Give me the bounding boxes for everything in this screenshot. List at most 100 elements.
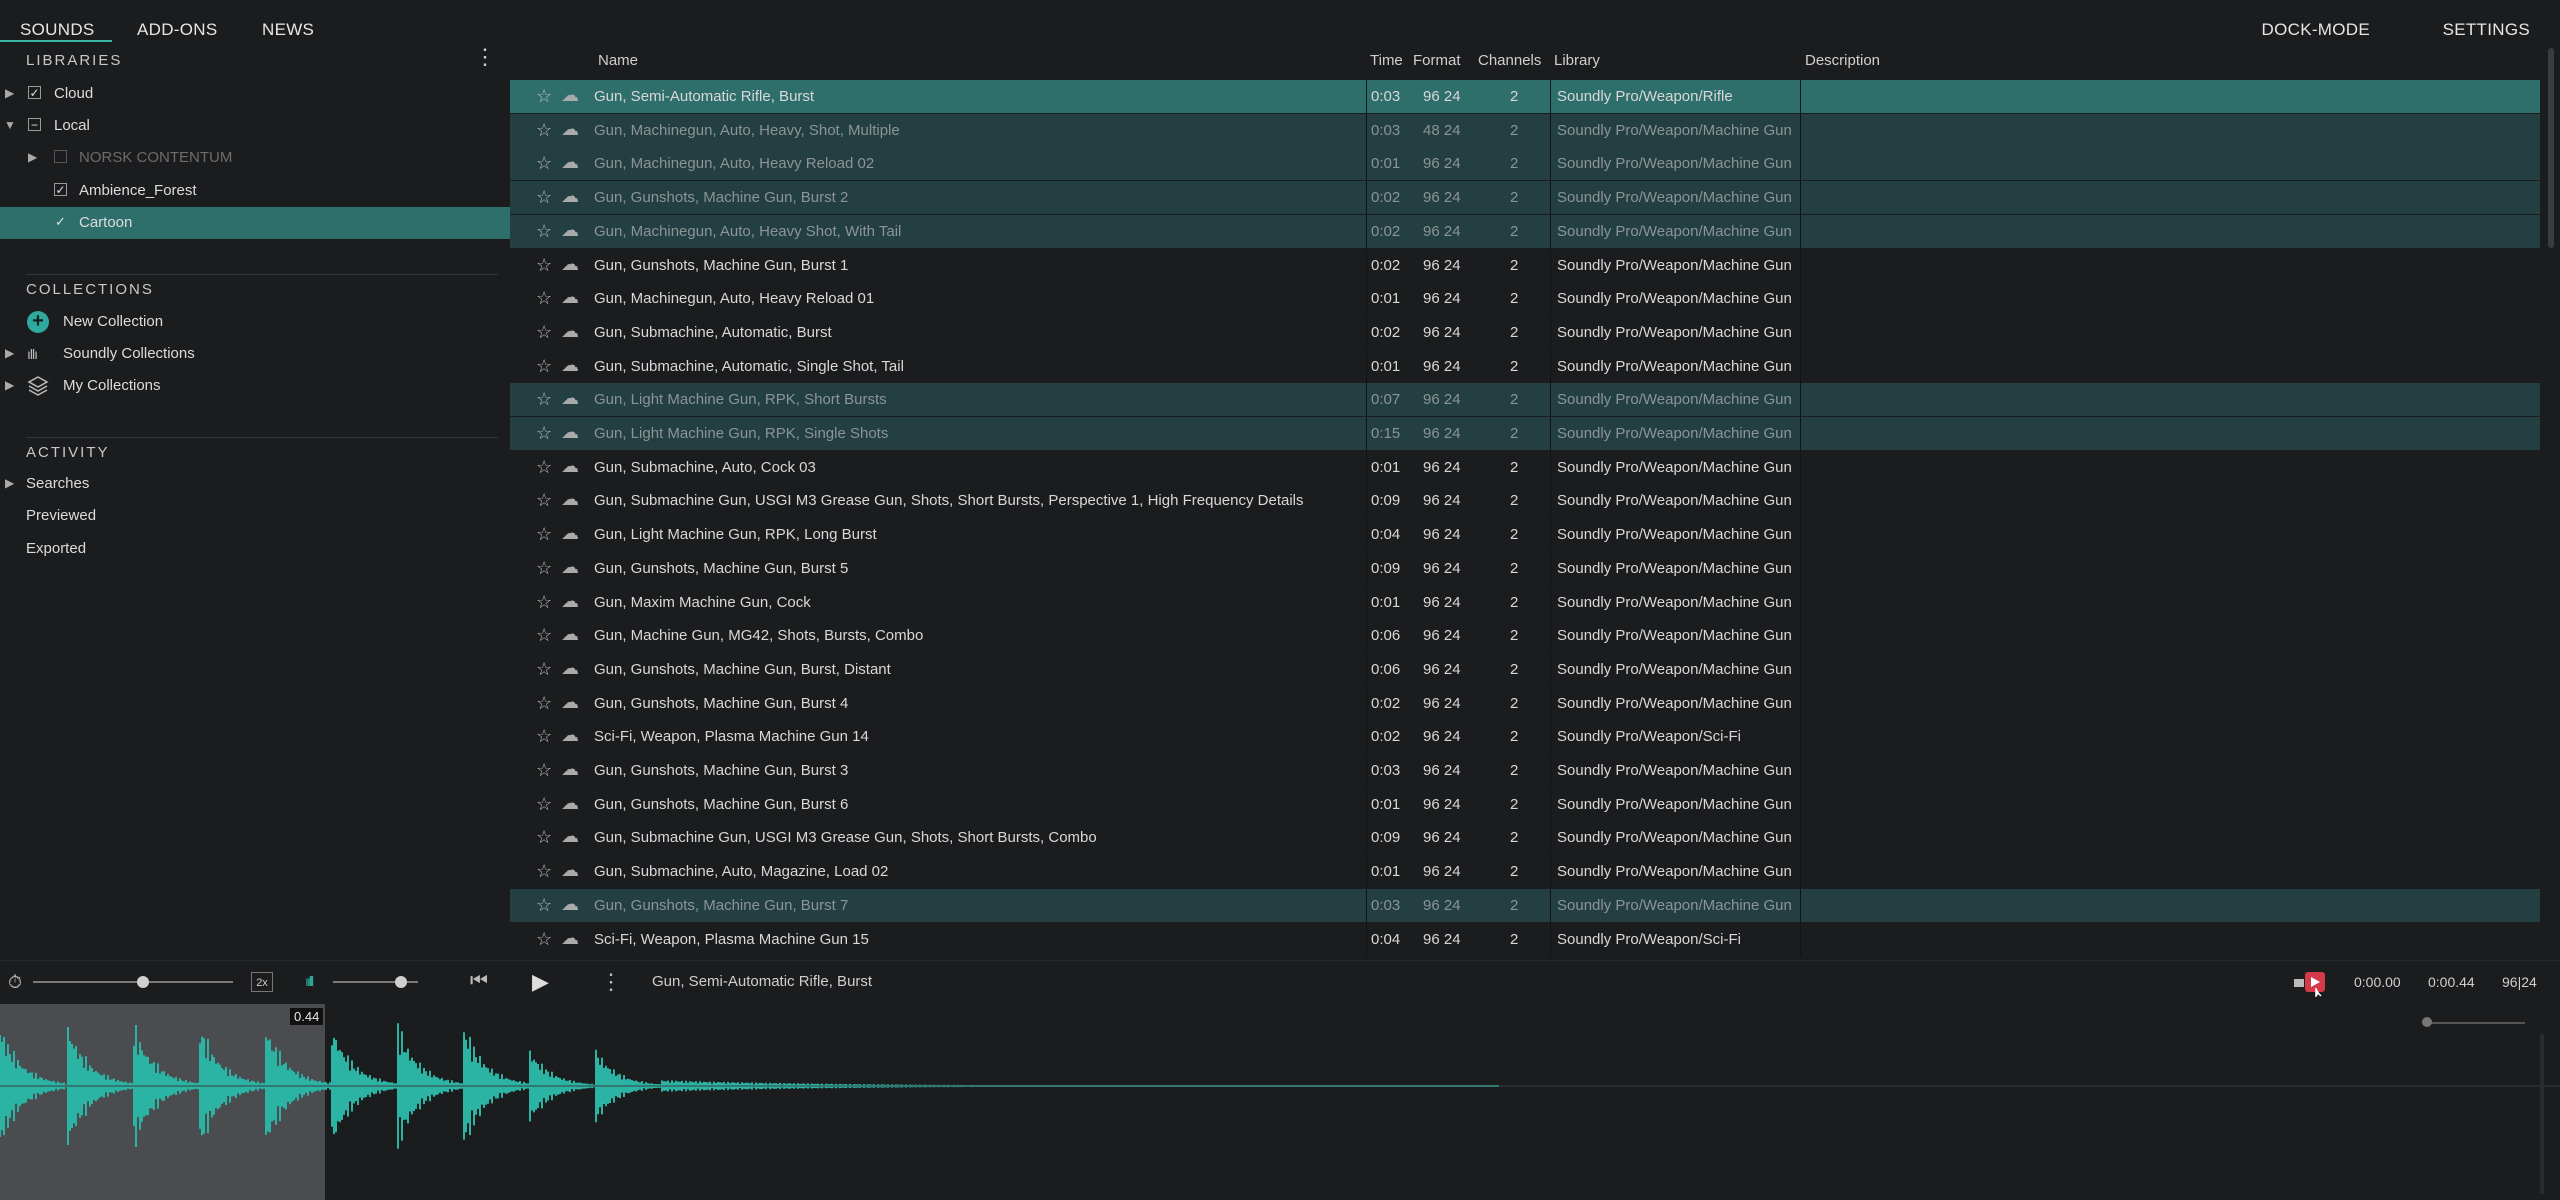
collapse-arrow-icon[interactable]: ▼ [4, 118, 16, 132]
column-header-description[interactable]: Description [1805, 52, 1880, 69]
star-icon[interactable]: ☆ [536, 794, 552, 815]
column-header-channels[interactable]: Channels [1478, 52, 1541, 69]
star-icon[interactable]: ☆ [536, 288, 552, 309]
star-icon[interactable]: ☆ [536, 760, 552, 781]
expand-arrow-icon[interactable]: ▶ [5, 378, 14, 392]
table-row[interactable]: ☆ ☁ Gun, Gunshots, Machine Gun, Burst 3 0:0… [510, 754, 2540, 787]
star-icon[interactable]: ☆ [536, 490, 552, 511]
table-row[interactable]: ☆ ☁ Gun, Gunshots, Machine Gun, Burst 1 0:0… [510, 248, 2540, 282]
star-icon[interactable]: ☆ [536, 457, 552, 478]
table-row[interactable]: ☆ ☁ Gun, Machinegun, Auto, Heavy Reload 02… [510, 147, 2540, 181]
star-icon[interactable]: ☆ [536, 187, 552, 208]
table-row[interactable]: ☆ ☁ Gun, Machinegun, Auto, Heavy Reload 01… [510, 282, 2540, 316]
table-row[interactable]: ☆ ☁ Gun, Light Machine Gun, RPK, Long Burs… [510, 518, 2540, 552]
table-row[interactable]: ☆ ☁ Gun, Gunshots, Machine Gun, Burst, Dis… [510, 652, 2540, 686]
speed-2x-button[interactable]: 2x [251, 972, 273, 992]
play-icon[interactable]: ▶ [532, 969, 549, 995]
volume-slider-knob[interactable] [395, 976, 407, 988]
pitch-slider-knob[interactable] [137, 976, 149, 988]
table-row[interactable]: ☆ ☁ Gun, Submachine, Automatic, Single Sho… [510, 349, 2540, 383]
zoom-slider-track[interactable] [2425, 1022, 2525, 1024]
star-icon[interactable]: ☆ [536, 356, 552, 377]
table-row[interactable]: ☆ ☁ Gun, Submachine Gun, USGI M3 Grease Gu… [510, 821, 2540, 855]
pitch-icon[interactable]: ⏱ [8, 972, 22, 993]
checkbox[interactable]: − [28, 118, 41, 132]
activity-item-previewed[interactable]: Previewed [0, 500, 510, 532]
table-row[interactable]: ☆ ☁ Gun, Machinegun, Auto, Heavy Shot, Wit… [510, 214, 2540, 248]
more-options-icon[interactable]: ⋮ [474, 46, 496, 68]
library-item-norsk-contentum[interactable]: ▶ NORSK CONTENTUM [0, 142, 510, 174]
expand-arrow-icon[interactable]: ▶ [5, 346, 14, 360]
table-row[interactable]: ☆ ☁ Gun, Gunshots, Machine Gun, Burst 2 0:0… [510, 181, 2540, 215]
checkbox[interactable]: ✓ [54, 183, 67, 197]
more-options-icon[interactable]: ⋮ [600, 969, 622, 995]
library-item-local[interactable]: ▼ − Local [0, 110, 510, 142]
star-icon[interactable]: ☆ [536, 861, 552, 882]
checkbox[interactable] [54, 150, 67, 163]
table-row[interactable]: ☆ ☁ Gun, Submachine Gun, USGI M3 Grease Gu… [510, 484, 2540, 518]
column-header-library[interactable]: Library [1554, 52, 1600, 69]
settings-button[interactable]: SETTINGS [2443, 20, 2530, 40]
star-icon[interactable]: ☆ [536, 221, 552, 242]
star-icon[interactable]: ☆ [536, 895, 552, 916]
star-icon[interactable]: ☆ [536, 592, 552, 613]
table-row[interactable]: ☆ ☁ Gun, Gunshots, Machine Gun, Burst 6 0:0… [510, 787, 2540, 821]
checkbox[interactable]: ✓ [28, 86, 41, 100]
table-row[interactable]: ☆ ☁ Gun, Machine Gun, MG42, Shots, Bursts,… [510, 619, 2540, 653]
waveform[interactable] [0, 1004, 2560, 1200]
star-icon[interactable]: ☆ [536, 153, 552, 174]
star-icon[interactable]: ☆ [536, 322, 552, 343]
expand-arrow-icon[interactable]: ▶ [28, 150, 37, 164]
table-row[interactable]: ☆ ☁ Sci-Fi, Weapon, Plasma Machine Gun 15 0… [510, 922, 2540, 956]
table-row[interactable]: ☆ ☁ Gun, Light Machine Gun, RPK, Single Sh… [510, 417, 2540, 450]
star-icon[interactable]: ☆ [536, 827, 552, 848]
star-icon[interactable]: ☆ [536, 255, 552, 276]
star-icon[interactable]: ☆ [536, 389, 552, 410]
expand-arrow-icon[interactable]: ▶ [5, 476, 14, 490]
library-item-ambience-forest[interactable]: ✓ Ambience_Forest [0, 175, 510, 207]
activity-item-searches[interactable]: ▶ Searches [0, 468, 510, 500]
table-scrollbar[interactable] [2548, 48, 2554, 248]
table-row[interactable]: ☆ ☁ Gun, Submachine, Auto, Magazine, Load … [510, 855, 2540, 889]
star-icon[interactable]: ☆ [536, 120, 552, 141]
skip-back-icon[interactable]: ⏮ [470, 970, 488, 993]
waveform-view[interactable]: 0.44 [0, 1004, 2560, 1200]
expand-arrow-icon[interactable]: ▶ [5, 86, 14, 100]
waveform-vertical-scrollbar[interactable] [2540, 1034, 2544, 1194]
star-icon[interactable]: ☆ [536, 558, 552, 579]
tab-news[interactable]: NEWS [262, 20, 314, 40]
table-row[interactable]: ☆ ☁ Gun, Machinegun, Auto, Heavy, Shot, Mu… [510, 113, 2540, 147]
table-row[interactable]: ☆ ☁ Gun, Gunshots, Machine Gun, Burst 7 0:0… [510, 888, 2540, 922]
column-header-name[interactable]: Name [598, 52, 638, 69]
star-icon[interactable]: ☆ [536, 524, 552, 545]
collection-item-soundly[interactable]: ▶ ıllı Soundly Collections [0, 338, 510, 370]
star-icon[interactable]: ☆ [536, 659, 552, 680]
table-row[interactable]: ☆ ☁ Gun, Semi-Automatic Rifle, Burst 0:03 96… [510, 80, 2540, 113]
tab-sounds[interactable]: SOUNDS [20, 20, 95, 40]
pitch-slider-track[interactable] [33, 981, 233, 983]
star-icon[interactable]: ☆ [536, 625, 552, 646]
zoom-slider-knob[interactable] [2422, 1017, 2432, 1027]
column-header-format[interactable]: Format [1413, 52, 1461, 69]
dock-mode-button[interactable]: DOCK-MODE [2262, 20, 2370, 40]
activity-item-exported[interactable]: Exported [0, 533, 510, 565]
star-icon[interactable]: ☆ [536, 423, 552, 444]
table-row[interactable]: ☆ ☁ Gun, Submachine, Automatic, Burst 0:02 9… [510, 315, 2540, 349]
table-row[interactable]: ☆ ☁ Gun, Gunshots, Machine Gun, Burst 5 0:0… [510, 551, 2540, 585]
column-header-time[interactable]: Time [1370, 52, 1403, 69]
tab-add-ons[interactable]: ADD-ONS [137, 20, 218, 40]
table-row[interactable]: ☆ ☁ Gun, Submachine, Auto, Cock 03 0:01 96 2… [510, 450, 2540, 484]
table-row[interactable]: ☆ ☁ Gun, Light Machine Gun, RPK, Short Bur… [510, 383, 2540, 417]
check-icon[interactable]: ✓ [55, 214, 66, 230]
collection-item-new[interactable]: + New Collection [0, 306, 510, 338]
library-item-cloud[interactable]: ▶ ✓ Cloud [0, 78, 510, 110]
star-icon[interactable]: ☆ [536, 929, 552, 950]
collection-item-my[interactable]: ▶ My Collections [0, 370, 510, 402]
star-icon[interactable]: ☆ [536, 726, 552, 747]
table-row[interactable]: ☆ ☁ Gun, Maxim Machine Gun, Cock 0:01 96 24 2… [510, 585, 2540, 619]
star-icon[interactable]: ☆ [536, 86, 552, 107]
table-row[interactable]: ☆ ☁ Sci-Fi, Weapon, Plasma Machine Gun 14 0… [510, 720, 2540, 754]
drag-to-export-icon[interactable] [2292, 969, 2328, 1001]
table-row[interactable]: ☆ ☁ Gun, Gunshots, Machine Gun, Burst 4 0:0… [510, 686, 2540, 720]
library-item-cartoon[interactable]: ✓ Cartoon [0, 207, 510, 239]
